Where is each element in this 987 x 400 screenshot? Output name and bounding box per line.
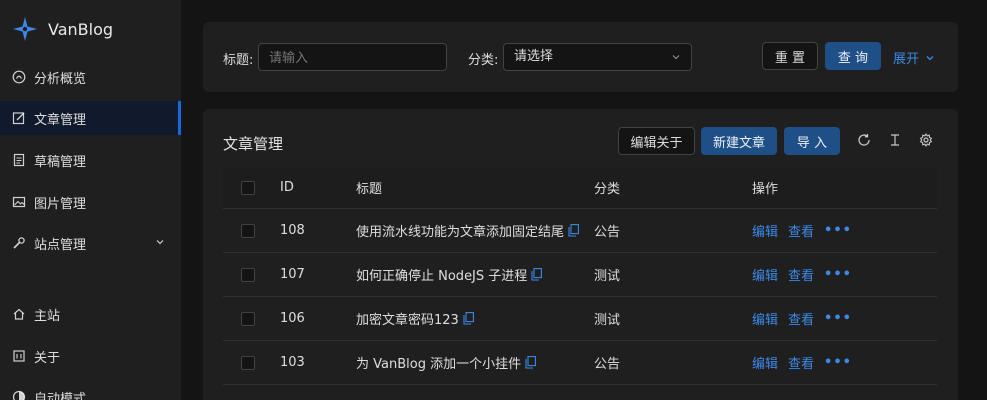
sidebar-item-label: 站点管理 [34,237,87,253]
row-title-text: 使用流水线功能为文章添加固定结尾 [356,225,565,240]
filter-form: 标题: 分类: 请选择 重 置 查 询 展开 [203,22,958,92]
edit-link[interactable]: 编辑 [752,353,778,372]
sidebar-item-dashboard[interactable]: 分析概览 [0,60,181,94]
category-select-placeholder: 请选择 [514,49,554,64]
sidebar-item-label: 自动模式 [34,391,87,400]
view-link[interactable]: 查看 [788,265,814,284]
app-name: VanBlog [48,19,114,39]
edit-about-button[interactable]: 编辑关于 [618,127,695,155]
reset-button[interactable]: 重 置 [762,42,818,70]
dashboard-icon [12,70,26,84]
theme-icon [12,390,26,400]
view-link[interactable]: 查看 [788,309,814,328]
home-icon [12,307,26,321]
edit-link[interactable]: 编辑 [752,221,778,240]
row-title: 加密文章密码123 [356,297,474,340]
row-id: 108 [280,223,305,238]
sidebar-item-home[interactable]: 主站 [0,297,181,331]
copy-icon[interactable] [568,224,579,237]
table-row: 108 使用流水线功能为文章添加固定结尾 公告 编辑 查看 ••• [223,209,937,253]
import-button[interactable]: 导 入 [784,127,840,155]
view-link[interactable]: 查看 [788,221,814,240]
category-filter-select[interactable]: 请选择 [503,43,692,71]
sidebar-item-label: 文章管理 [34,112,87,128]
search-button[interactable]: 查 询 [825,42,881,70]
copy-icon[interactable] [525,356,537,369]
title-filter-label: 标题: [223,53,254,68]
copy-icon[interactable] [531,268,543,281]
vanblog-logo-icon [13,17,37,41]
table-row: 106 加密文章密码123 测试 编辑 查看 ••• [223,297,937,341]
copy-icon[interactable] [463,312,474,325]
row-actions: 编辑 查看 ••• [752,253,852,296]
title-filter-input[interactable] [258,43,447,71]
column-header-id[interactable]: ID [280,167,294,208]
row-category: 公告 [594,225,621,240]
chevron-down-icon [925,52,935,67]
sidebar-item-images[interactable]: 图片管理 [0,185,181,219]
column-header-category[interactable]: 分类 [594,167,620,208]
draft-icon [12,153,26,167]
articles-table-card: 文章管理 编辑关于 新建文章 导 入 ID 标题 分类 操作 108 使用流水线… [203,109,958,400]
row-title-text: 如何正确停止 NodeJS 子进程 [356,269,528,284]
sidebar-item-label: 图片管理 [34,196,87,212]
new-article-button[interactable]: 新建文章 [701,127,777,155]
density-icon[interactable] [886,131,904,149]
column-header-actions: 操作 [752,182,779,197]
chevron-down-icon [671,44,681,81]
row-checkbox[interactable] [241,209,255,252]
row-title: 如何正确停止 NodeJS 子进程 [356,253,543,296]
row-title: 使用流水线功能为文章添加固定结尾 [356,209,579,252]
select-all-checkbox[interactable] [241,167,255,208]
edit-link[interactable]: 编辑 [752,265,778,284]
sidebar-item-articles[interactable]: 文章管理 [0,101,181,135]
more-icon[interactable]: ••• [824,267,852,282]
sidebar-item-site[interactable]: 站点管理 [0,226,181,260]
row-actions: 编辑 查看 ••• [752,297,852,340]
sidebar-item-theme[interactable]: 自动模式 [0,380,181,400]
row-id: 103 [280,355,305,370]
row-checkbox[interactable] [241,253,255,296]
category-filter-label: 分类: [468,53,499,68]
row-category: 测试 [594,313,621,328]
row-title: 为 VanBlog 添加一个小挂件 [356,341,537,384]
sidebar-item-drafts[interactable]: 草稿管理 [0,143,181,177]
tool-icon [12,236,26,250]
logo[interactable]: VanBlog [12,14,113,44]
more-icon[interactable]: ••• [824,223,852,238]
sidebar-item-label: 分析概览 [34,71,87,87]
expand-label: 展开 [893,52,920,67]
table-row: 103 为 VanBlog 添加一个小挂件 公告 编辑 查看 ••• [223,341,937,385]
more-icon[interactable]: ••• [824,311,852,326]
table-row: 107 如何正确停止 NodeJS 子进程 测试 编辑 查看 ••• [223,253,937,297]
sidebar: VanBlog 分析概览 文章管理 草稿管理 图片管理 站点管理 主站 关于 自… [0,0,182,400]
row-category: 公告 [594,357,621,372]
settings-gear-icon[interactable] [917,131,935,149]
column-header-title[interactable]: 标题 [356,167,382,208]
row-category: 测试 [594,269,621,284]
row-actions: 编辑 查看 ••• [752,341,852,384]
sidebar-item-about[interactable]: 关于 [0,339,181,373]
view-link[interactable]: 查看 [788,353,814,372]
table-header: ID 标题 分类 操作 [223,167,937,209]
row-id: 107 [280,267,305,282]
sidebar-item-label: 主站 [34,308,61,324]
edit-icon [12,111,26,125]
row-title-text: 为 VanBlog 添加一个小挂件 [356,357,522,372]
row-id: 106 [280,311,305,326]
more-icon[interactable]: ••• [824,355,852,370]
chevron-down-icon [155,237,165,250]
about-icon [12,349,26,363]
expand-filter-link[interactable]: 展开 [893,48,935,67]
reload-icon[interactable] [855,131,873,149]
edit-link[interactable]: 编辑 [752,309,778,328]
row-title-text: 加密文章密码123 [356,313,459,328]
sidebar-item-label: 草稿管理 [34,154,87,170]
row-actions: 编辑 查看 ••• [752,209,852,252]
image-icon [12,195,26,209]
row-checkbox[interactable] [241,297,255,340]
row-checkbox[interactable] [241,341,255,384]
table-title: 文章管理 [223,135,284,153]
sidebar-item-label: 关于 [34,350,61,366]
